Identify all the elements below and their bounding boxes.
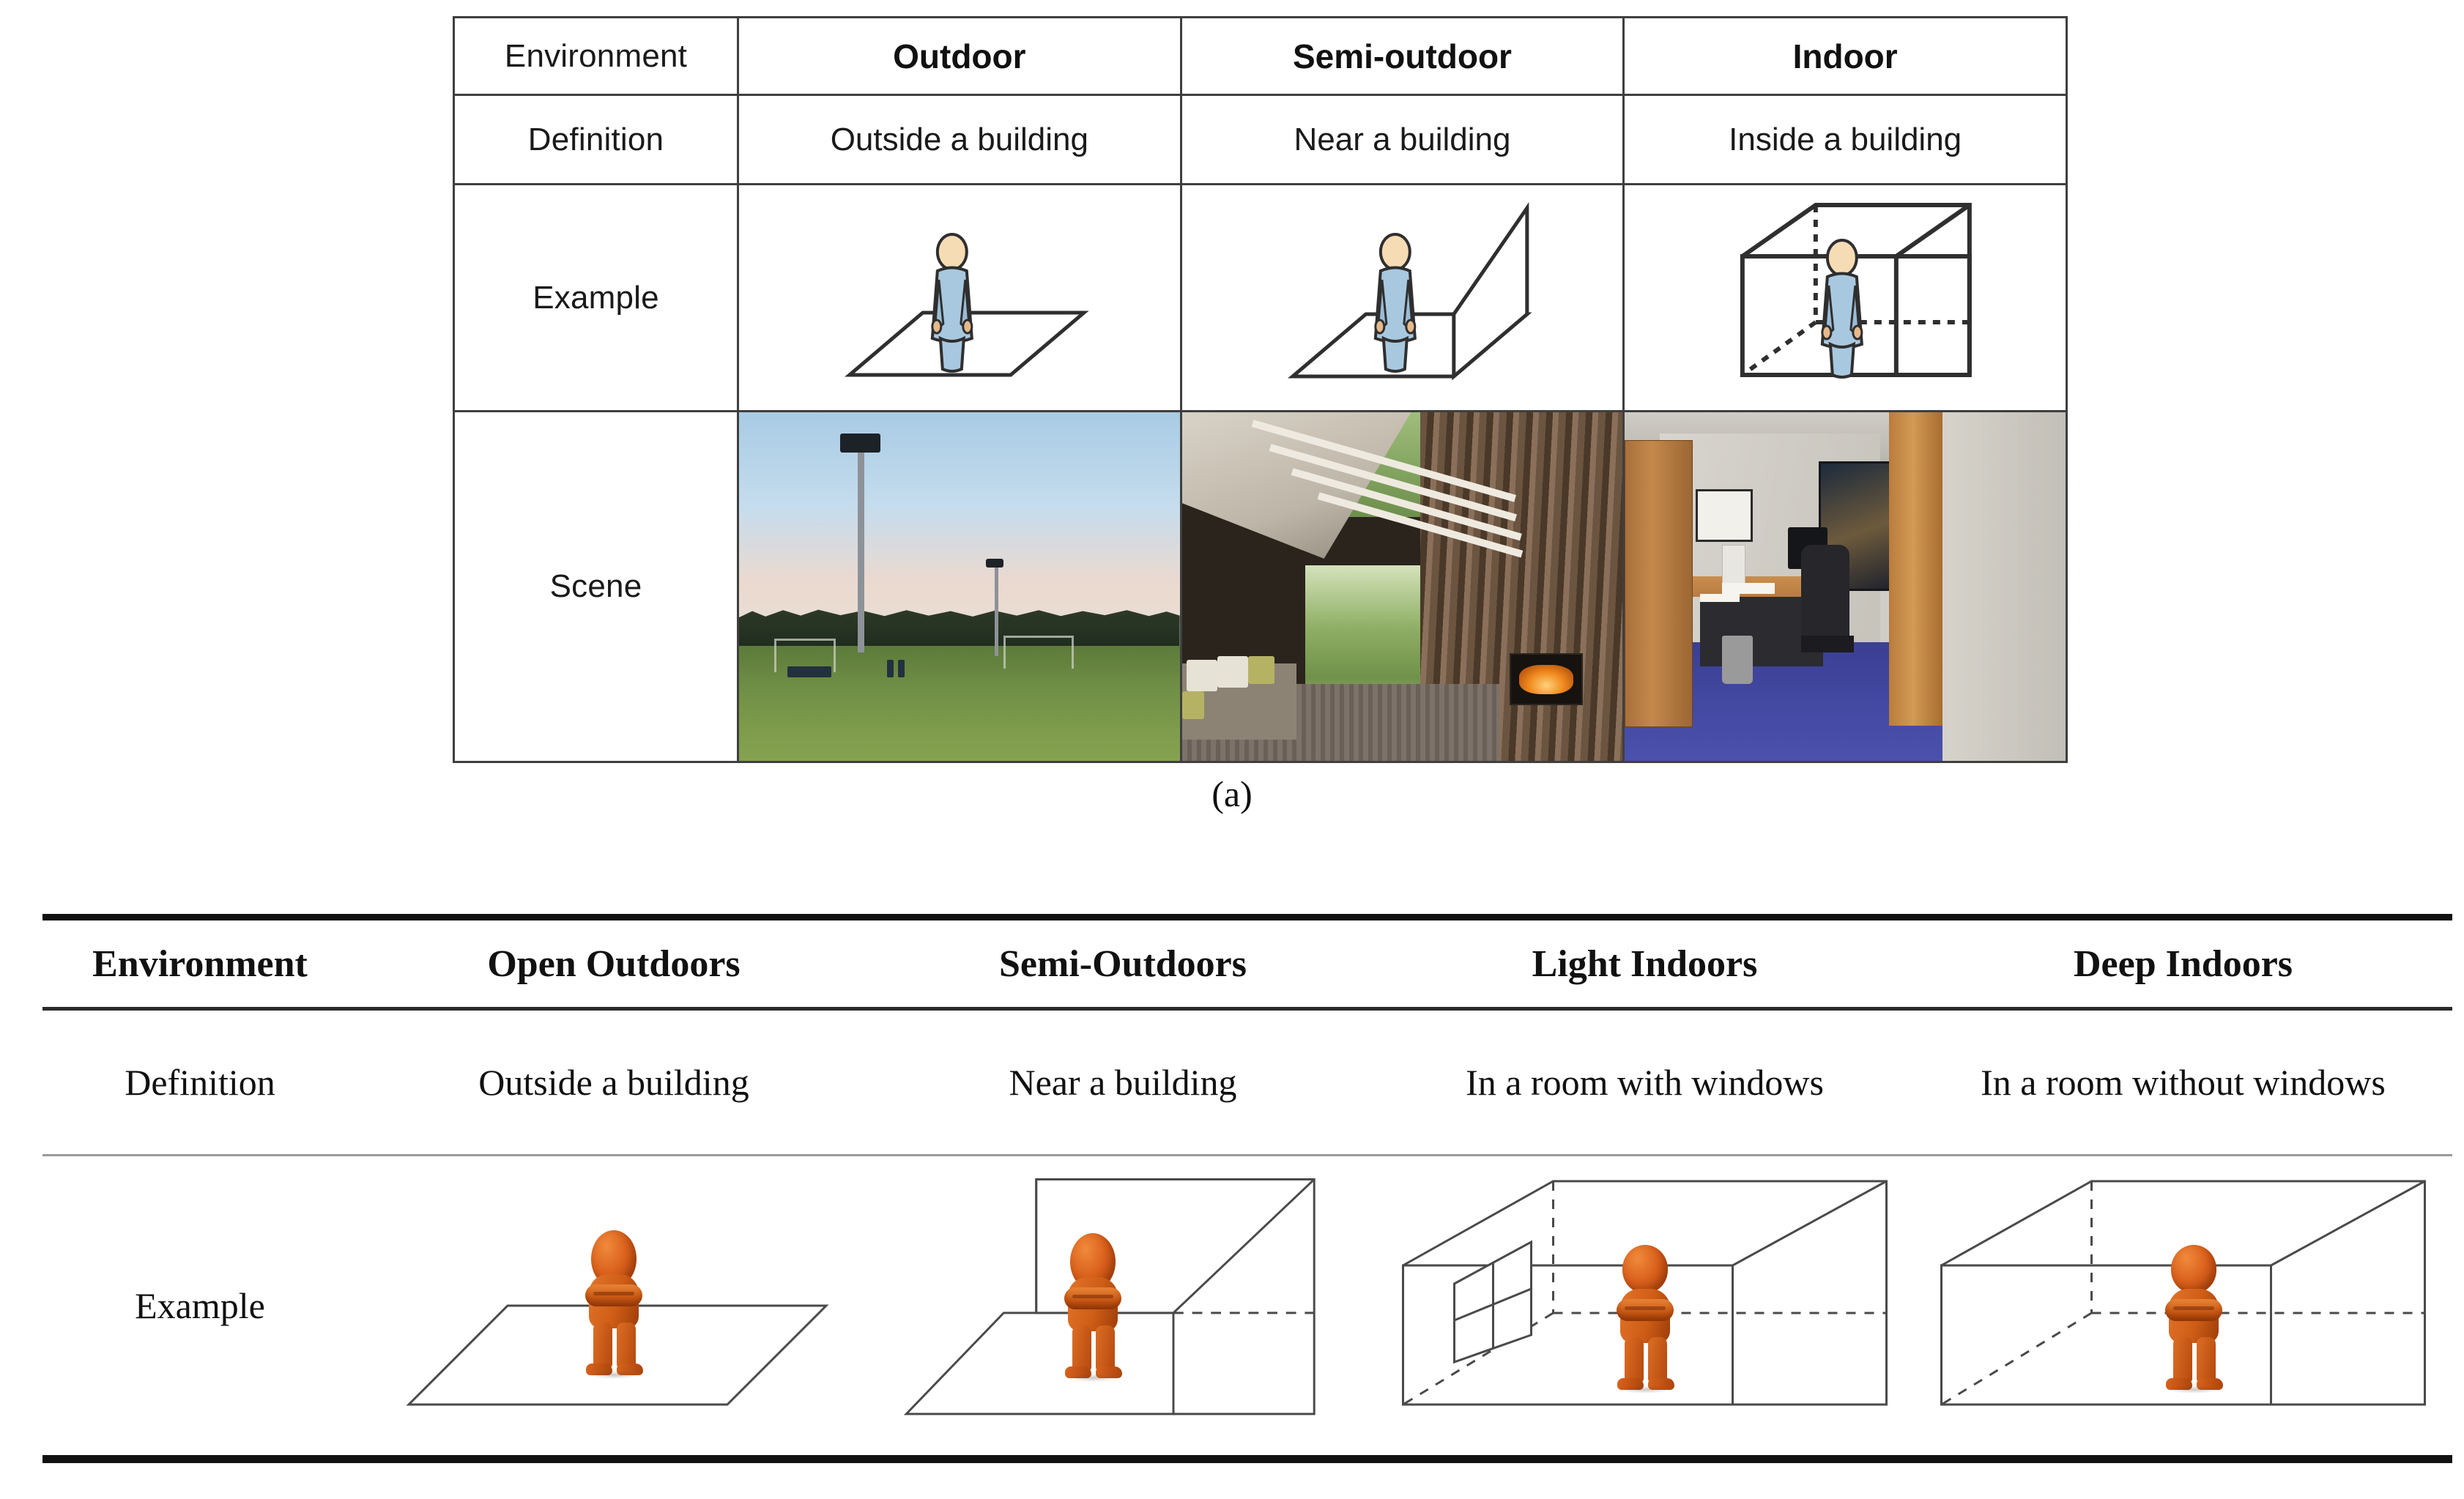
- definition-outdoor: Outside a building: [737, 94, 1182, 185]
- scene-outdoor-cell: [737, 410, 1182, 763]
- row-label-example: Example: [135, 1285, 265, 1326]
- definition-indoor: Inside a building: [1622, 94, 2068, 185]
- table-a-definition-row: Definition Outside a building Near a bui…: [453, 94, 2068, 185]
- open-plane-with-person-icon: [739, 192, 1180, 404]
- header-semi-outdoor: Semi-outdoor: [1179, 16, 1625, 96]
- table-b-example-row: Example: [42, 1156, 2452, 1455]
- room-without-window-and-figure-icon: [1914, 1163, 2452, 1448]
- table-a-scene-row: Scene: [453, 410, 2068, 763]
- definition-deep-indoors: In a room without windows: [1981, 1062, 2386, 1103]
- table-b-bottom-rule: [42, 1455, 2452, 1463]
- row-label-example: Example: [453, 183, 739, 412]
- environment-table-a: Environment Outdoor Semi-outdoor Indoor …: [453, 16, 2068, 763]
- example-open-outdoors-cell: [357, 1156, 870, 1455]
- environment-table-b: Environment Open Outdoors Semi-Outdoors …: [42, 914, 2452, 1470]
- sports-field-at-dusk-photo: [739, 412, 1180, 761]
- windowless-office-room-photo: [1625, 412, 2066, 761]
- definition-light-indoors: In a room with windows: [1466, 1062, 1824, 1103]
- row-label-environment: Environment: [453, 16, 739, 96]
- header-open-outdoors: Open Outdoors: [487, 942, 741, 985]
- example-semi-outdoors-cell: [870, 1156, 1376, 1455]
- plane-and-wall-with-figure-icon: [870, 1163, 1376, 1448]
- closed-box-with-person-icon: [1625, 192, 2066, 404]
- example-deep-indoors-cell: [1914, 1156, 2452, 1455]
- scene-semi-outdoor-cell: [1179, 410, 1625, 763]
- example-light-indoors-cell: [1376, 1156, 1914, 1455]
- header-environment: Environment: [92, 942, 308, 985]
- header-outdoor: Outdoor: [737, 16, 1182, 96]
- header-semi-outdoors: Semi-Outdoors: [999, 942, 1247, 985]
- row-label-definition: Definition: [125, 1062, 275, 1103]
- header-deep-indoors: Deep Indoors: [2073, 942, 2293, 985]
- definition-semi-outdoor: Near a building: [1179, 94, 1625, 185]
- plane-with-wall-and-person-icon: [1182, 192, 1623, 404]
- row-label-definition: Definition: [453, 94, 739, 185]
- header-light-indoors: Light Indoors: [1532, 942, 1758, 985]
- room-with-window-and-figure-icon: [1376, 1163, 1914, 1448]
- table-a-example-row: Example: [453, 183, 2068, 412]
- scene-indoor-cell: [1622, 410, 2068, 763]
- open-plane-with-figure-icon: [357, 1163, 870, 1448]
- row-label-scene: Scene: [453, 410, 739, 763]
- example-semi-outdoor-cell: [1179, 183, 1625, 412]
- header-indoor: Indoor: [1622, 16, 2068, 96]
- table-a-header-row: Environment Outdoor Semi-outdoor Indoor: [453, 16, 2068, 96]
- table-b-definition-row: Definition Outside a building Near a bui…: [42, 1011, 2452, 1154]
- table-b-top-rule: [42, 914, 2452, 920]
- covered-patio-with-fireplace-photo: [1181, 412, 1623, 761]
- definition-open-outdoors: Outside a building: [478, 1062, 749, 1103]
- definition-semi-outdoors: Near a building: [1009, 1062, 1237, 1103]
- figure-caption-a: (a): [1211, 773, 1253, 814]
- table-b-header-row: Environment Open Outdoors Semi-Outdoors …: [42, 920, 2452, 1007]
- example-indoor-cell: [1622, 183, 2068, 412]
- example-outdoor-cell: [737, 183, 1182, 412]
